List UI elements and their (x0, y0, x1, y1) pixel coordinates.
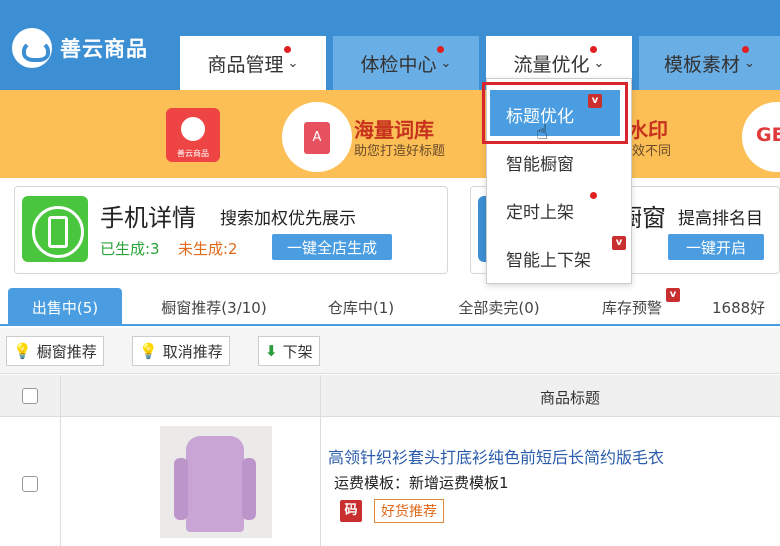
dropdown-item-scheduled-listing[interactable]: 定时上架 (506, 198, 574, 223)
column-header-title[interactable]: 商品标题 (540, 387, 600, 408)
showcase-recommend-button[interactable]: 💡 橱窗推荐 (6, 336, 104, 366)
tab-showcase-recommend[interactable]: 橱窗推荐(3/10) (140, 288, 288, 326)
hand-cursor-icon: ☝ (536, 120, 549, 144)
notification-dot (590, 46, 597, 53)
sweater-image (174, 436, 256, 532)
chevron-down-icon: ⌄ (744, 55, 755, 71)
chevron-down-icon: ⌄ (287, 55, 299, 71)
generated-count: 已生成:3 (100, 240, 160, 258)
good-product-tag[interactable]: 好货推荐 (374, 499, 444, 523)
app-logo[interactable]: 善云商品 (12, 28, 148, 68)
product-title-link[interactable]: 高领针织衫套头打底衫纯色前短后长简约版毛衣 (328, 444, 664, 468)
bulb-off-icon: 💡 (139, 342, 158, 360)
column-divider (320, 375, 321, 546)
banner-title-watermark[interactable]: 水印 (628, 114, 668, 143)
enable-showcase-button[interactable]: 一键开启 (668, 234, 764, 260)
column-divider (60, 375, 61, 546)
card-subtitle-showcase: 提高排名目 (678, 209, 763, 229)
cancel-recommend-button[interactable]: 💡 取消推荐 (132, 336, 230, 366)
banner-title-keywords[interactable]: 海量词库 (354, 114, 434, 143)
notification-dot (437, 46, 444, 53)
chevron-down-icon: ⌄ (593, 55, 605, 71)
logo-icon (12, 28, 52, 68)
tab-sold-out[interactable]: 全部卖完(0) (434, 288, 564, 326)
banner-logo-text: 善云商品 (177, 149, 209, 158)
selection-highlight-box (482, 82, 628, 144)
nav-tab-label: 商品管理 (207, 53, 284, 76)
card-title-mobile: 手机详情 (100, 204, 196, 232)
phone-icon (22, 196, 88, 262)
dropdown-item-smart-showcase[interactable]: 智能橱窗 (506, 150, 574, 175)
table-header (0, 375, 780, 417)
banner-subtitle-keywords: 助您打造好标题 (354, 144, 446, 159)
code-badge[interactable]: 码 (340, 500, 362, 522)
notification-dot (742, 46, 749, 53)
not-generated-count: 未生成:2 (178, 240, 238, 258)
shipping-template: 运费模板：新增运费模板1 (334, 474, 509, 492)
tab-warehouse[interactable]: 仓库中(1) (306, 288, 416, 326)
toolbar-button-label: 橱窗推荐 (36, 342, 97, 361)
chevron-down-icon: ⌄ (440, 55, 452, 71)
book-icon: A (304, 122, 330, 154)
nav-tab-checkup-center[interactable]: 体检中心 ⌄ (333, 36, 479, 90)
banner-subtitle-watermark: 效不同 (632, 144, 672, 159)
nav-tab-product-management[interactable]: 商品管理 ⌄ (180, 36, 326, 90)
delist-button[interactable]: ⬇ 下架 (258, 336, 320, 366)
row-checkbox[interactable] (22, 476, 38, 492)
nav-tab-label: 体检中心 (360, 53, 437, 76)
dropdown-item-smart-listing[interactable]: 智能上下架 (506, 246, 591, 271)
notification-dot (284, 46, 291, 53)
toolbar-button-label: 取消推荐 (162, 342, 223, 361)
toolbar-button-label: 下架 (282, 342, 313, 361)
select-all-checkbox[interactable] (22, 388, 38, 404)
generate-all-button[interactable]: 一键全店生成 (272, 234, 392, 260)
card-subtitle-mobile: 搜索加权优先展示 (220, 209, 356, 229)
nav-tab-label: 模板素材 (664, 53, 741, 76)
arrow-down-icon: ⬇ (265, 342, 278, 360)
logo-text: 善云商品 (60, 37, 148, 61)
nav-tab-label: 流量优化 (513, 53, 590, 76)
notification-dot (590, 192, 597, 199)
banner-right-text: GE (756, 124, 780, 146)
bulb-icon: 💡 (13, 342, 32, 360)
tab-on-sale[interactable]: 出售中(5) (8, 288, 122, 326)
nav-tab-template-material[interactable]: 模板素材 ⌄ (639, 36, 780, 90)
banner-logo[interactable]: 善云商品 (166, 108, 220, 162)
vip-badge-icon: v (666, 288, 680, 302)
tab-1688[interactable]: 1688好 (712, 288, 780, 326)
action-toolbar (0, 328, 780, 374)
vip-badge-icon: v (612, 236, 626, 250)
